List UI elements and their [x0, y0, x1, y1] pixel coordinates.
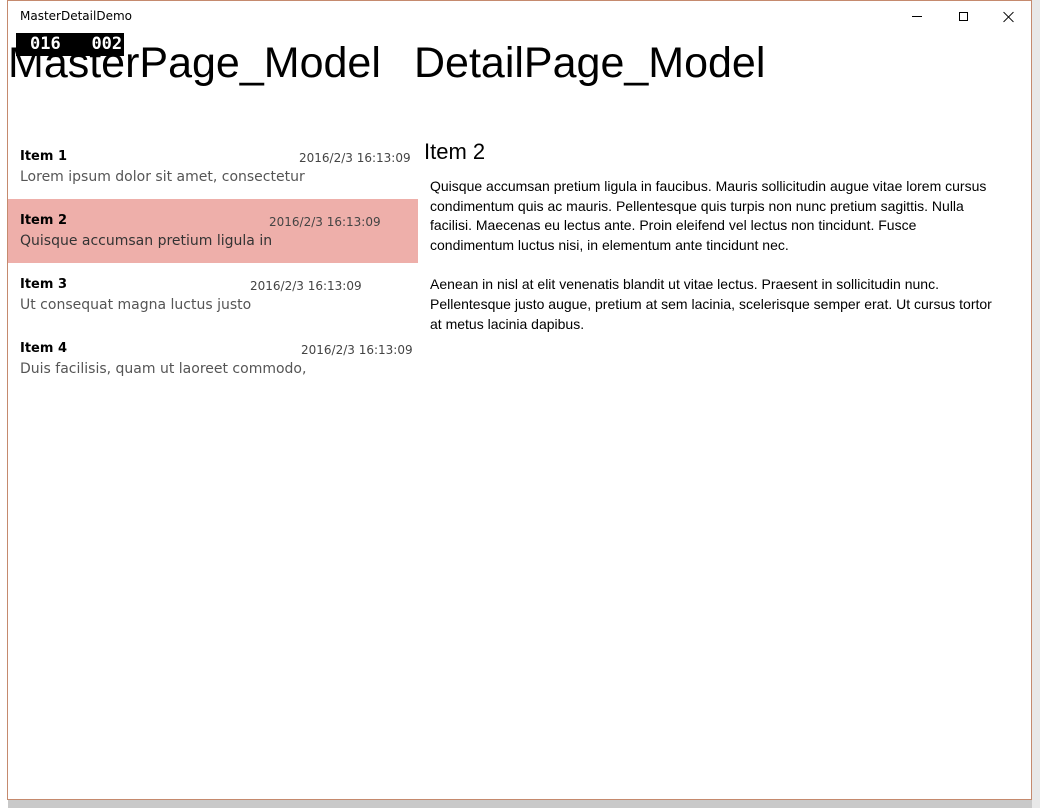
fps-counter-right: 002 — [91, 34, 123, 54]
detail-pane: Item 2 Quisque accumsan pretium ligula i… — [424, 139, 1004, 354]
list-item-title: Item 1 — [20, 149, 67, 164]
close-icon — [1003, 11, 1015, 23]
list-item-snippet: Duis facilisis, quam ut laoreet commodo, — [20, 361, 307, 377]
detail-paragraph-1: Quisque accumsan pretium ligula in fauci… — [430, 178, 987, 253]
list-item-snippet: Quisque accumsan pretium ligula in — [20, 233, 273, 249]
app-window: MasterDetailDemo MasterPage_Model Detail… — [7, 0, 1032, 800]
maximize-icon — [958, 12, 968, 21]
fps-counter-left: 016 — [30, 34, 61, 54]
list-item-date: 2016/2/3 16:13:09 — [269, 215, 381, 229]
detail-page-title: DetailPage_Model — [414, 39, 766, 87]
list-item-4[interactable]: Item 4 2016/2/3 16:13:09 Duis facilisis,… — [8, 327, 418, 391]
list-item-date: 2016/2/3 16:13:09 — [301, 343, 413, 357]
minimize-button[interactable] — [894, 1, 940, 32]
title-bar[interactable]: MasterDetailDemo — [8, 1, 1031, 32]
detail-item-title: Item 2 — [424, 139, 486, 164]
master-list: Item 1 2016/2/3 16:13:09 Lorem ipsum dol… — [8, 135, 418, 391]
list-item-2[interactable]: Item 2 2016/2/3 16:13:09 Quisque accumsa… — [8, 199, 418, 263]
detail-body: Quisque accumsan pretium ligula in fauci… — [430, 177, 1004, 334]
detail-paragraph-2: Aenean in nisl at elit venenatis blandit… — [430, 276, 992, 332]
list-item-title: Item 4 — [20, 341, 67, 356]
frame-rate-counter: 016 002 — [16, 33, 125, 56]
list-item-title: Item 3 — [20, 277, 67, 292]
list-item-3[interactable]: Item 3 2016/2/3 16:13:09 Ut consequat ma… — [8, 263, 418, 327]
list-item-snippet: Ut consequat magna luctus justo — [20, 297, 252, 313]
maximize-button[interactable] — [940, 1, 986, 32]
background-right-strip — [1032, 0, 1040, 808]
list-item-date: 2016/2/3 16:13:09 — [299, 151, 411, 165]
list-item-date: 2016/2/3 16:13:09 — [250, 279, 362, 293]
list-item-1[interactable]: Item 1 2016/2/3 16:13:09 Lorem ipsum dol… — [8, 135, 418, 199]
list-item-snippet: Lorem ipsum dolor sit amet, consectetur — [20, 169, 305, 185]
list-item-title: Item 2 — [20, 213, 67, 228]
minimize-icon — [912, 16, 922, 17]
window-title: MasterDetailDemo — [20, 9, 132, 23]
close-button[interactable] — [986, 1, 1031, 32]
